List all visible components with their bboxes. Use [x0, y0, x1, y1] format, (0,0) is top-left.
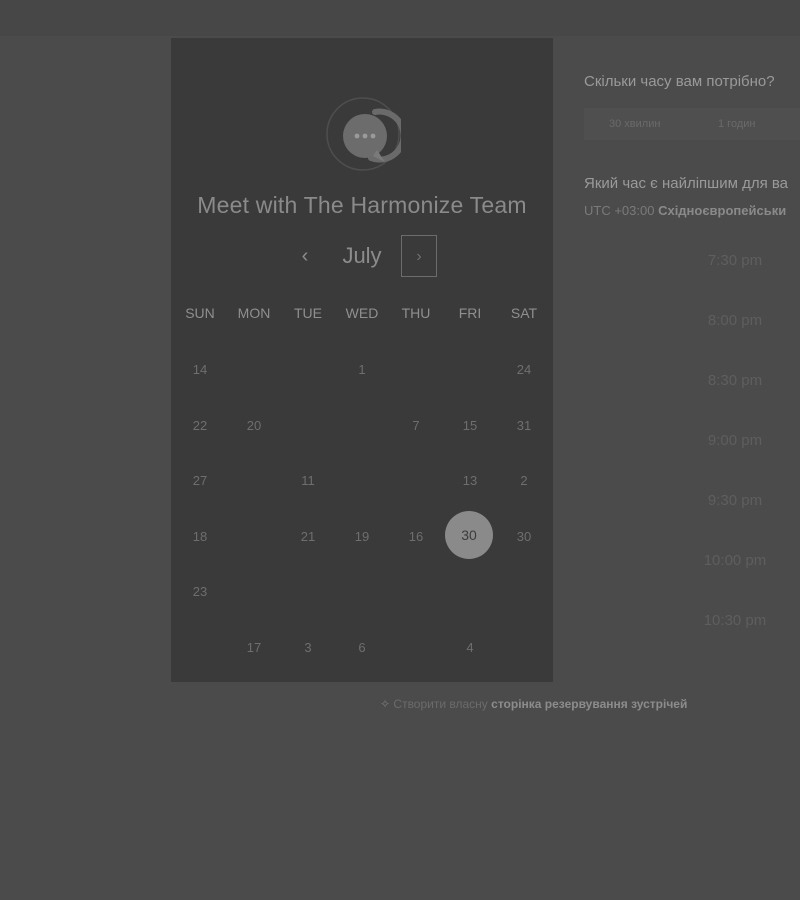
weekday-sat: SAT [510, 305, 538, 321]
calendar-day[interactable]: 19 [340, 529, 384, 544]
calendar-day[interactable]: 31 [502, 418, 546, 433]
weekday-fri: FRI [458, 305, 482, 321]
footer-prefix: Створити власну [393, 697, 488, 711]
time-question: Який час є найліпшим для ва [584, 175, 789, 192]
footer-link-text: сторінка резервування зустрічей [491, 697, 688, 711]
calendar-day[interactable]: 17 [232, 640, 276, 655]
duration-option-1h[interactable]: 1 годин [718, 118, 755, 130]
time-slot[interactable]: 7:30 pm [680, 252, 790, 269]
calendar-day[interactable]: 20 [232, 418, 276, 433]
calendar-day[interactable]: 3 [286, 640, 330, 655]
calendar-day[interactable]: 16 [394, 529, 438, 544]
chat-logo-icon [326, 97, 401, 171]
selected-day[interactable]: 30 [445, 511, 493, 559]
timezone-name: Східноєвропейськи [658, 203, 787, 218]
weekday-tue: TUE [294, 305, 322, 321]
time-slot[interactable]: 9:30 pm [680, 492, 790, 509]
weekday-wed: WED [345, 305, 379, 321]
weekday-thu: THU [401, 305, 431, 321]
sparkle-icon: ✧ [380, 697, 391, 711]
weekday-mon: MON [237, 305, 271, 321]
calendar-day[interactable]: 30 [502, 529, 546, 544]
time-slot[interactable]: 10:30 pm [680, 612, 790, 629]
create-page-link[interactable]: ✧ Створити власну сторінка резервування … [380, 697, 687, 711]
month-label: July [342, 243, 382, 268]
calendar-day[interactable]: 2 [502, 473, 546, 488]
calendar-day[interactable]: 24 [502, 362, 546, 377]
calendar-day[interactable]: 6 [340, 640, 384, 655]
calendar-day[interactable]: 13 [448, 473, 492, 488]
calendar-day[interactable]: 18 [178, 529, 222, 544]
calendar-day[interactable]: 27 [178, 473, 222, 488]
weekday-sun: SUN [185, 305, 215, 321]
timezone-offset: UTC +03:00 [584, 203, 655, 218]
top-bar [0, 0, 800, 36]
calendar-day[interactable]: 4 [448, 640, 492, 655]
calendar-day[interactable]: 11 [286, 473, 330, 488]
time-slot[interactable]: 8:30 pm [680, 372, 790, 389]
time-slot[interactable]: 8:00 pm [680, 312, 790, 329]
calendar-day[interactable]: 23 [178, 584, 222, 599]
next-month-button[interactable]: › [401, 235, 437, 277]
time-slot[interactable]: 10:00 pm [680, 552, 790, 569]
calendar-day[interactable]: 15 [448, 418, 492, 433]
calendar-day[interactable]: 21 [286, 529, 330, 544]
calendar-day[interactable]: 1 [340, 362, 384, 377]
calendar-day[interactable]: 7 [394, 418, 438, 433]
calendar-day[interactable]: 14 [178, 362, 222, 377]
duration-question: Скільки часу вам потрібно? [584, 73, 775, 90]
timezone-label[interactable]: UTC +03:00 Східноєвропейськи [584, 203, 786, 218]
meeting-title: Meet with The Harmonize Team [197, 192, 527, 218]
calendar-day[interactable]: 22 [178, 418, 222, 433]
time-slot[interactable]: 9:00 pm [680, 432, 790, 449]
duration-option-30min[interactable]: 30 хвилин [609, 118, 660, 130]
prev-month-button[interactable]: ‹ [291, 244, 319, 268]
